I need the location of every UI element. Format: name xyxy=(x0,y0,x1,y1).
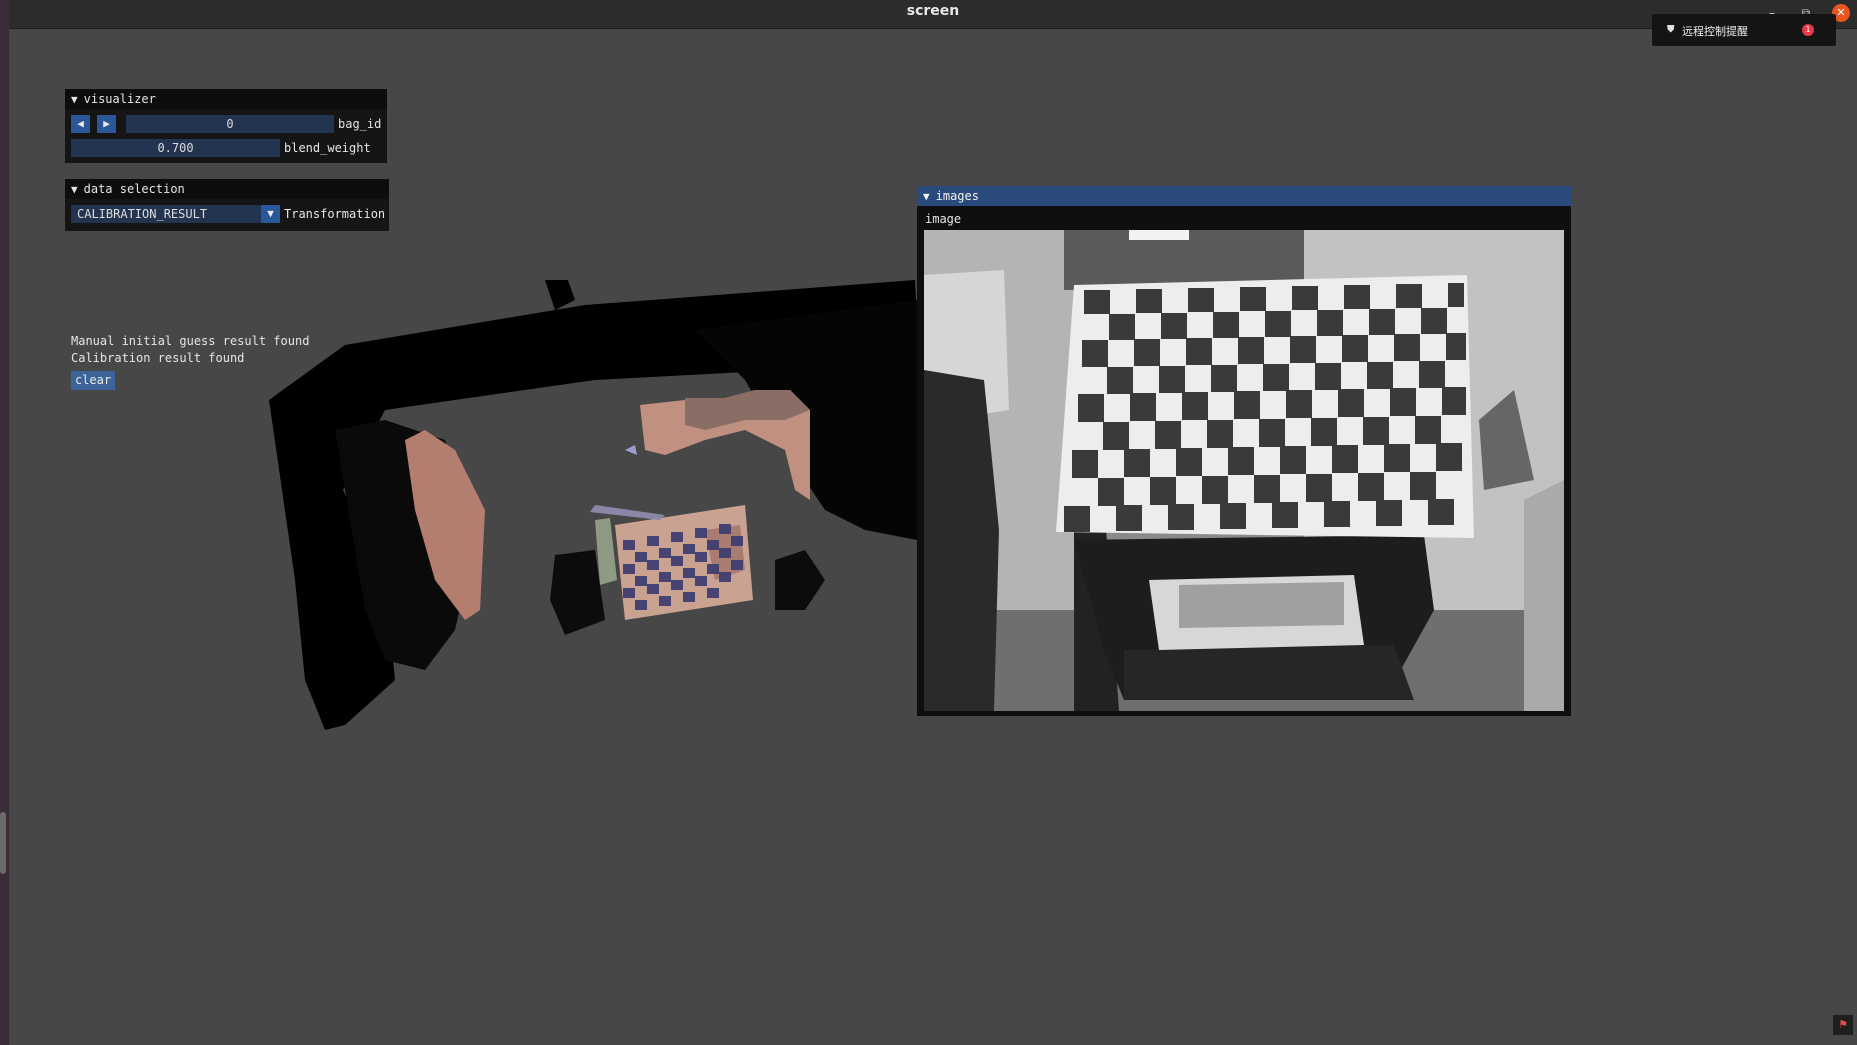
data-selection-panel: ▼ data selection CALIBRATION_RESULT ▼ Tra… xyxy=(65,179,389,231)
bag-id-input[interactable]: 0 xyxy=(126,115,334,133)
transformation-label: Transformation xyxy=(284,207,386,221)
data-selection-title: data selection xyxy=(83,182,185,196)
desktop-dock-edge xyxy=(0,0,9,1045)
shield-icon: ⛊ xyxy=(1667,24,1675,35)
blend-weight-slider[interactable]: 0.700 xyxy=(71,139,280,157)
next-bag-button[interactable]: ▶ xyxy=(97,115,116,133)
visualizer-header[interactable]: ▼ visualizer xyxy=(65,89,387,109)
window-titlebar: screen – ⧉ ✕ xyxy=(9,0,1857,29)
blend-weight-label: blend_weight xyxy=(284,141,371,155)
image-caption: image xyxy=(925,212,962,226)
point-cloud-view[interactable] xyxy=(265,280,917,736)
data-selection-header[interactable]: ▼ data selection xyxy=(65,179,389,199)
images-window: ▼ images image xyxy=(917,186,1571,716)
status-calibration: Calibration result found xyxy=(71,351,245,365)
visualizer-title: visualizer xyxy=(83,92,156,106)
combo-dropdown-icon[interactable]: ▼ xyxy=(261,205,280,223)
images-title: images xyxy=(935,189,979,203)
camera-image[interactable] xyxy=(924,230,1564,711)
images-header[interactable]: ▼ images xyxy=(917,186,1571,206)
prev-bag-button[interactable]: ◀ xyxy=(71,115,90,133)
collapse-triangle-icon: ▼ xyxy=(923,190,930,203)
dock-handle[interactable] xyxy=(0,812,6,874)
collapse-triangle-icon: ▼ xyxy=(71,183,78,196)
notification-text: 远程控制提醒 xyxy=(1682,25,1748,38)
collapse-triangle-icon: ▼ xyxy=(71,93,78,106)
window-title: screen xyxy=(906,3,960,19)
bag-id-label: bag_id xyxy=(338,117,382,131)
visualizer-panel: ▼ visualizer ◀ ▶ 0 bag_id 0.700 blend_wei… xyxy=(65,89,387,163)
notification-badge: 1 xyxy=(1802,24,1814,36)
remote-control-notification[interactable]: ⛊ 远程控制提醒 1 xyxy=(1652,14,1836,46)
transformation-combo[interactable]: CALIBRATION_RESULT xyxy=(71,205,266,223)
tray-flag-icon[interactable]: ⚑ xyxy=(1833,1015,1853,1035)
clear-button[interactable]: clear xyxy=(71,371,115,390)
